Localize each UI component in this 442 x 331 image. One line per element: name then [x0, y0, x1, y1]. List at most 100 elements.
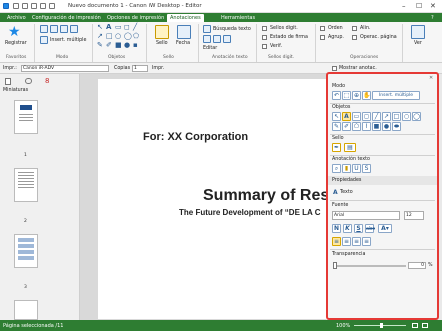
highlight-icon[interactable] [203, 35, 211, 43]
date-stamp-icon[interactable] [177, 25, 191, 39]
fit-page-icon[interactable] [412, 323, 418, 328]
obj-line-icon[interactable]: ╱ [372, 112, 381, 121]
sello-button[interactable]: Sello [156, 41, 168, 46]
panel-stamp-icon[interactable]: ✒ [332, 143, 341, 152]
panel-date-stamp-icon[interactable]: ▤ [344, 143, 356, 152]
close-button[interactable]: ✕ [430, 2, 436, 10]
tab-herramientas[interactable]: Herramientas [218, 14, 258, 22]
stamp-icon[interactable] [155, 25, 169, 39]
obj-callout-icon[interactable]: ◻ [362, 112, 371, 121]
obj-filled-circle-icon[interactable]: ● [382, 122, 391, 131]
minimize-button[interactable]: – [402, 2, 406, 10]
obj-marker-icon[interactable]: ✐ [342, 122, 351, 131]
panel-search-text-icon[interactable]: ⌕ [332, 164, 341, 173]
editar-button[interactable]: Editar [203, 46, 217, 51]
text-tool-icon[interactable]: A [106, 24, 111, 31]
comments-icon[interactable] [25, 78, 32, 84]
verif-button[interactable]: Verif. [270, 44, 282, 49]
transparency-slider-handle[interactable] [333, 262, 337, 269]
panel-close-icon[interactable]: ✕ [429, 75, 433, 81]
view-icon[interactable] [411, 25, 425, 39]
arrow-icon[interactable]: ↗ [97, 33, 103, 40]
obj-ellipse-icon[interactable]: ○ [402, 112, 411, 121]
signature-status-checkbox[interactable] [262, 35, 267, 40]
mode-select-icon[interactable]: ⬚ [342, 91, 351, 100]
mode-zoom-icon[interactable]: ⊕ [352, 91, 361, 100]
pages-icon[interactable] [5, 78, 11, 85]
hand-icon[interactable] [70, 25, 78, 33]
polygon-icon[interactable]: ⬠ [133, 33, 139, 40]
tab-anotaciones[interactable]: Anotaciones [167, 14, 204, 22]
impr-button[interactable]: Impr. [152, 66, 164, 71]
line-icon[interactable]: ╱ [133, 24, 137, 31]
align-left-button[interactable]: ≡ [332, 237, 341, 246]
fit-width-icon[interactable] [422, 323, 428, 328]
obj-filled-rect-icon[interactable]: ■ [372, 122, 381, 131]
operac-pagina-button[interactable]: Operac. página [360, 35, 397, 40]
bold-button[interactable]: N [332, 224, 341, 233]
panel-underline-icon[interactable]: U [352, 164, 361, 173]
select-area-icon[interactable] [50, 25, 58, 33]
underline-icon[interactable] [213, 35, 221, 43]
alin-button[interactable]: Alin. [360, 26, 371, 31]
rectangle-icon[interactable]: □ [106, 33, 113, 40]
underline-button[interactable]: S [354, 224, 363, 233]
tab-archivo[interactable]: Archivo [4, 14, 29, 22]
estado-firma-button[interactable]: Estado de firma [270, 35, 308, 40]
callout-icon[interactable]: ◻ [124, 24, 130, 31]
obj-polygon-icon[interactable]: ⬠ [352, 122, 361, 131]
agrup-button[interactable]: Agrup. [328, 35, 344, 40]
font-size-select[interactable]: 12 [404, 211, 424, 220]
circle-icon[interactable]: ◯ [124, 33, 132, 40]
obj-cursor-icon[interactable]: ↖ [332, 112, 341, 121]
show-annotations-checkbox[interactable] [332, 66, 337, 71]
bookmark-icon[interactable]: 8 [45, 77, 49, 85]
mode-hand-icon[interactable]: ✋ [362, 91, 371, 100]
strikethrough-button[interactable]: abc [365, 224, 375, 233]
customize-icon[interactable] [49, 3, 55, 9]
undo-icon[interactable] [22, 3, 28, 9]
textbox-icon[interactable]: ▭ [115, 24, 122, 31]
busqueda-texto-button[interactable]: Búsqueda texto [213, 27, 251, 32]
obj-text-icon[interactable]: A [342, 112, 351, 121]
zoom-level[interactable]: 100% [336, 323, 350, 329]
strikeout-icon[interactable] [223, 35, 231, 43]
panel-insert-multiple-button[interactable]: Insert. múltiple [372, 91, 420, 100]
zoom-slider-handle[interactable] [380, 323, 383, 328]
ellipse-icon[interactable]: ○ [115, 33, 121, 40]
align-icon[interactable] [352, 26, 357, 31]
save-icon[interactable] [13, 3, 19, 9]
tab-configuracion-impresion[interactable]: Configuración de impresión [29, 14, 104, 22]
digital-stamp-icon[interactable] [262, 26, 267, 31]
order-icon[interactable] [320, 26, 325, 31]
tab-opciones-impresion[interactable]: Opciones de impresión [104, 14, 167, 22]
transparency-input[interactable]: 0 [408, 262, 426, 269]
filled-rect-icon[interactable]: ■ [115, 42, 122, 49]
printer-select[interactable]: Canon iR-ADV [21, 65, 109, 72]
font-name-select[interactable]: Arial [332, 211, 400, 220]
marker-icon[interactable]: ✐ [106, 42, 112, 49]
filled-circle-icon[interactable]: ● [124, 42, 130, 49]
obj-pen-icon[interactable]: ✎ [332, 122, 341, 131]
search-text-icon[interactable] [203, 25, 211, 33]
verify-icon[interactable] [262, 44, 267, 49]
stamp-shape-icon[interactable]: ▪ [133, 42, 138, 49]
page-operation-icon[interactable] [352, 35, 357, 40]
insert-multiple-icon[interactable] [40, 36, 48, 44]
document-page[interactable]: For: XX Corporation Summary of Rese The … [98, 79, 338, 319]
page-thumbnail[interactable] [14, 234, 38, 268]
print-icon[interactable] [40, 3, 46, 9]
maximize-button[interactable]: ☐ [416, 2, 422, 10]
align-right-button[interactable]: ≡ [352, 237, 361, 246]
obj-circle-icon[interactable]: ◯ [412, 112, 421, 121]
fecha-button[interactable]: Fecha [176, 41, 190, 46]
pen-icon[interactable]: ✎ [97, 42, 103, 49]
obj-arrow-icon[interactable]: ↗ [382, 112, 391, 121]
group-icon[interactable] [320, 35, 325, 40]
panel-strikeout-icon[interactable]: S [362, 164, 371, 173]
copies-input[interactable]: 1 [132, 65, 148, 72]
page-thumbnail[interactable] [14, 300, 38, 320]
cursor-icon[interactable]: ↖ [97, 24, 103, 31]
registrar-button[interactable]: Registrar [5, 41, 27, 46]
undo-mode-icon[interactable] [40, 25, 48, 33]
